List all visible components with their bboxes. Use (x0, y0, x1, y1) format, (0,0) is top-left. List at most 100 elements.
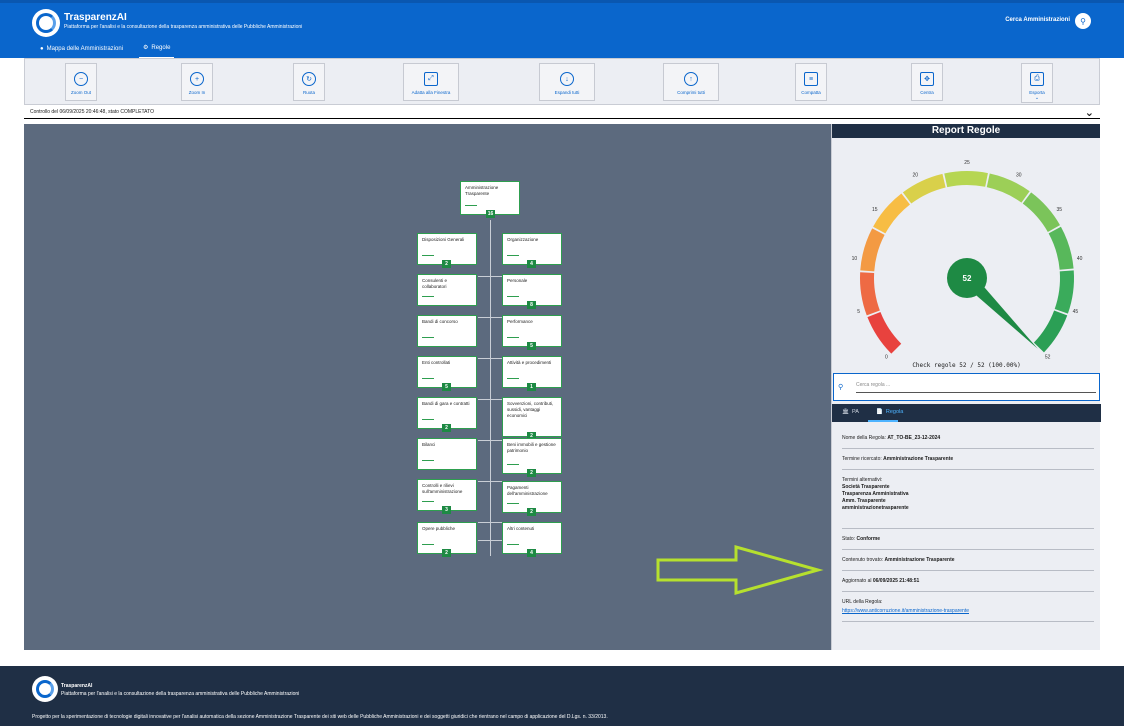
expand-all-icon: ↓ (560, 72, 574, 86)
tree-node[interactable]: Personale 8 (502, 274, 562, 309)
tree-branch-line (478, 481, 502, 482)
node-label: Bandi di gara e contratti (422, 401, 470, 406)
gauge-arc-segment (1048, 226, 1074, 270)
node-count-badge[interactable]: 2 (442, 549, 451, 557)
tree-branch-line (478, 540, 502, 541)
tree-node[interactable]: Disposizioni Generali 2 (417, 233, 477, 268)
tree-node[interactable]: Performance 5 (502, 315, 562, 350)
nav-tab-map[interactable]: ● Mappa delle Amministrazioni (36, 42, 127, 59)
node-status-line (507, 255, 519, 256)
gauge-tick-label: 15 (872, 207, 878, 213)
node-status-line (465, 205, 477, 206)
rule-search-input[interactable]: Cerca regola ... (856, 382, 890, 388)
zoom-in-button[interactable]: + Zoom In (181, 63, 213, 101)
tree-node[interactable]: Bilanci (417, 438, 477, 470)
alt-term: Trasparenza Amministrativa (842, 491, 909, 497)
node-count-badge[interactable]: 3 (442, 506, 451, 514)
tree-node[interactable]: Consulenti e collaboratori (417, 274, 477, 306)
tree-branch-line (478, 440, 502, 441)
updated-label: Aggiornato al (842, 578, 872, 584)
gauge-tick-label: 30 (1016, 172, 1022, 178)
status-bar: Controllo del 06/09/2025 20:46:48, stato… (24, 105, 1100, 119)
export-button[interactable]: ⎙ Esporta ⌄ (1021, 63, 1053, 103)
node-count-badge[interactable]: 2 (442, 424, 451, 432)
nav-tab-map-label: Mappa delle Amministrazioni (46, 45, 123, 52)
node-status-line (507, 337, 519, 338)
node-count-badge[interactable]: 5 (527, 342, 536, 350)
tree-node-root[interactable]: Amministrazione Trasparente 16 (460, 181, 520, 218)
node-count-badge[interactable]: 1 (527, 383, 536, 391)
node-status-line (507, 544, 519, 545)
node-label: Bilanci (422, 442, 436, 447)
expand-all-button[interactable]: ↓ Espandi tutti (539, 63, 595, 101)
node-count-badge[interactable]: 4 (527, 549, 536, 557)
logo-ring-icon (36, 13, 56, 33)
node-status-line (422, 255, 434, 256)
tree-node[interactable]: Attività e procedimenti 1 (502, 356, 562, 391)
collapse-all-button[interactable]: ↑ Comprimi tutti (663, 63, 719, 101)
tree-node[interactable]: Bandi di concorso (417, 315, 477, 347)
tab-rule-label: Regola (885, 409, 904, 415)
node-count-badge[interactable]: 16 (486, 210, 495, 218)
node-count-badge[interactable]: 4 (527, 260, 536, 268)
search-button[interactable]: ⚲ (1075, 13, 1091, 29)
node-count-badge[interactable]: 5 (442, 383, 451, 391)
tab-pa[interactable]: 🏛 PA (842, 409, 859, 415)
node-status-line (422, 378, 434, 379)
gauge-tick-label: 40 (1077, 256, 1083, 262)
node-label: Attività e procedimenti (507, 360, 552, 365)
tree-node[interactable]: Opere pubbliche 2 (417, 522, 477, 557)
tree-node[interactable]: Altri contenuti 4 (502, 522, 562, 557)
collapse-all-icon: ↑ (684, 72, 698, 86)
search-term-label: Termine ricercato: (842, 456, 882, 462)
node-label: Controlli e rilievi sull'amministrazione (422, 483, 463, 494)
gauge-tick-label: 52 (1045, 355, 1051, 361)
center-button[interactable]: ✥ Centra (911, 63, 943, 101)
gauge-arc-segment (902, 173, 946, 204)
node-count-badge[interactable]: 2 (442, 260, 451, 268)
node-status-line (422, 460, 434, 461)
node-count-badge[interactable]: 8 (527, 301, 536, 309)
search-icon: ⚲ (1080, 16, 1086, 26)
rule-details: Nome della Regola: AT_TO-BE_23-12-2024 T… (842, 428, 1094, 622)
node-label: Personale (507, 278, 528, 283)
node-count-badge[interactable]: 2 (527, 508, 536, 516)
rule-url-link[interactable]: https://www.anticorruzione.it/amministra… (842, 608, 969, 614)
tree-branch-line (478, 399, 502, 400)
tree-branch-line (478, 358, 502, 359)
search-term-value: Amministrazione Trasparente (883, 456, 954, 462)
tree-node[interactable]: Sovvenzioni, contributi, sussidi, vantag… (502, 397, 562, 440)
search-administrations-label[interactable]: Cerca Amministrazioni (1005, 17, 1070, 23)
report-tabs: 🏛 PA 📄 Regola (832, 404, 1101, 422)
logo[interactable] (32, 9, 60, 37)
tree-canvas[interactable]: Amministrazione Trasparente 16 Disposizi… (24, 124, 831, 650)
tree-node[interactable]: Organizzazione 4 (502, 233, 562, 268)
search-term-row: Termine ricercato: Amministrazione Trasp… (842, 449, 1094, 470)
rotate-button[interactable]: ↻ Ruota (293, 63, 325, 101)
gauge-tick-label: 20 (912, 172, 918, 178)
tree-node[interactable]: Beni immobili e gestione patrimonio 2 (502, 438, 562, 477)
rule-search-box[interactable]: ⚲ Cerca regola ... (833, 373, 1100, 401)
tree-toolbar: − Zoom Out + Zoom In ↻ Ruota ⤢ Adatta alla F… (24, 58, 1100, 105)
tree-node[interactable]: Bandi di gara e contratti 2 (417, 397, 477, 432)
footer-subtitle: Piattaforma per l'analisi e la consultaz… (61, 691, 300, 697)
tree-node[interactable]: Controlli e rilievi sull'amministrazione… (417, 479, 477, 514)
node-label: Bandi di concorso (422, 319, 458, 324)
tree-node[interactable]: Pagamenti dell'amministrazione 2 (502, 481, 562, 516)
gauge-value: 52 (963, 274, 972, 283)
compact-button[interactable]: ≡ Compatta (795, 63, 827, 101)
nav-tab-rules[interactable]: ⚙ Regole (139, 42, 175, 59)
node-count-badge[interactable]: 2 (527, 469, 536, 477)
gauge-tick-label: 45 (1073, 309, 1079, 315)
report-panel: Report Regole 0 5 10 15 20 25 30 35 40 45 52 52 Che… (831, 124, 1101, 650)
node-status-line (507, 464, 519, 465)
chevron-down-icon[interactable]: ⌄ (1085, 106, 1094, 119)
fit-window-button[interactable]: ⤢ Adatta alla Finestra (403, 63, 459, 101)
tab-rule[interactable]: 📄 Regola (876, 409, 903, 415)
zoom-out-button[interactable]: − Zoom Out (65, 63, 97, 101)
gauge-tick-label: 5 (857, 309, 860, 315)
tree-node[interactable]: Enti controllati 5 (417, 356, 477, 391)
rule-name-label: Nome della Regola: (842, 435, 886, 441)
annotation-arrow-icon (656, 545, 824, 595)
url-label: URL della Regola: (842, 599, 883, 605)
